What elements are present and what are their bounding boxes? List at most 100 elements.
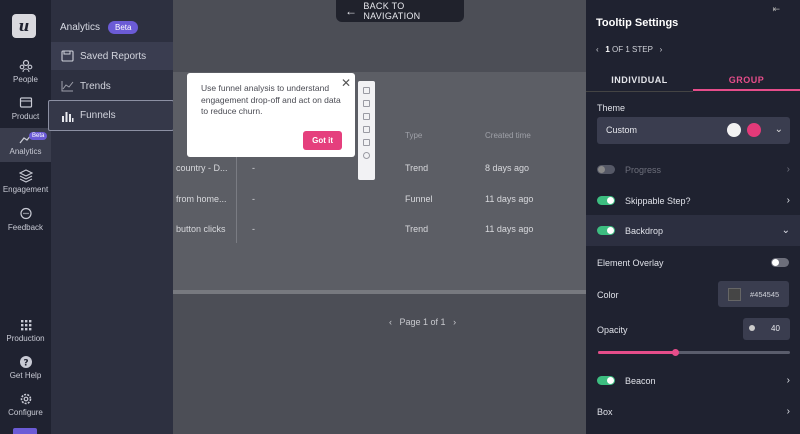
nav-item-get-help[interactable]: ? Get Help <box>0 355 51 385</box>
back-to-navigation-button[interactable]: ← BACK TO NAVIGATION <box>336 0 464 22</box>
element-overlay-row: Element Overlay <box>586 247 800 278</box>
copy-icon[interactable] <box>363 100 370 107</box>
nav-label-people: People <box>13 75 38 84</box>
backdrop-toggle[interactable] <box>597 226 615 235</box>
row-desc: - <box>252 194 255 204</box>
progress-row[interactable]: Progress › <box>586 154 800 185</box>
nav-item-feedback[interactable]: Feedback <box>0 205 51 235</box>
align-icon[interactable] <box>363 113 370 120</box>
bookmark-icon[interactable] <box>363 139 370 146</box>
tooltip-bubble: ✕ Use funnel analysis to understand enga… <box>187 73 355 157</box>
back-to-navigation-label: BACK TO NAVIGATION <box>363 1 421 21</box>
card-divider <box>173 290 586 294</box>
chevron-left-icon[interactable]: ‹ <box>596 45 599 54</box>
nav-label-feedback: Feedback <box>7 223 44 232</box>
chevron-right-icon: › <box>786 195 790 206</box>
nav-label-engagement: Engagement <box>2 185 49 194</box>
help-icon: ? <box>19 356 32 369</box>
chevron-right-icon: › <box>786 164 790 175</box>
nav-item-engagement[interactable]: Engagement <box>0 167 51 197</box>
opacity-value: 40 <box>771 324 780 333</box>
panel-title: Tooltip Settings <box>596 17 679 29</box>
nav-beta-badge: Beta <box>29 132 48 140</box>
nav-item-product[interactable]: Product <box>0 94 51 124</box>
beacon-row[interactable]: Beacon › <box>586 365 800 396</box>
row-desc: - <box>252 163 255 173</box>
nav-label-production: Production <box>6 334 45 343</box>
backdrop-row[interactable]: Backdrop ⌄ <box>586 215 800 246</box>
submenu-item-saved-reports[interactable]: Saved Reports <box>51 42 173 70</box>
app-logo[interactable]: u <box>12 14 36 38</box>
engagement-icon <box>18 169 33 183</box>
tab-individual[interactable]: INDIVIDUAL <box>586 69 693 91</box>
step-total: OF 1 STEP <box>612 45 653 54</box>
color-label: Color <box>597 290 619 300</box>
row-name: country - D... <box>176 163 228 173</box>
product-icon <box>19 97 32 108</box>
opacity-label: Opacity <box>597 325 628 335</box>
nav-item-configure[interactable]: Configure <box>0 392 51 422</box>
table-header-created: Created time <box>485 131 531 140</box>
arrow-left-icon: ← <box>345 4 358 18</box>
tooltip-settings-panel: Tooltip Settings ⇤ ‹ 1 OF 1 STEP › INDIV… <box>586 0 800 434</box>
tooltip-toolbar <box>358 81 375 180</box>
submenu-item-trends[interactable]: Trends <box>51 72 173 100</box>
table-header-type: Type <box>405 131 423 140</box>
analytics-submenu: Analytics Beta Saved Reports Trends Funn… <box>48 0 174 434</box>
step-selector: ‹ 1 OF 1 STEP › <box>596 45 662 54</box>
chevron-right-icon[interactable]: › <box>660 45 663 54</box>
opacity-slider[interactable] <box>598 349 790 356</box>
row-created: 11 days ago <box>485 224 534 234</box>
gear-icon <box>20 393 31 405</box>
progress-toggle[interactable] <box>597 165 615 174</box>
row-name: from home... <box>176 194 227 204</box>
duplicate-icon[interactable] <box>363 126 370 133</box>
grid-icon <box>20 320 31 331</box>
theme-swatch-white <box>727 123 741 137</box>
table-column-divider <box>236 155 237 243</box>
box-label: Box <box>597 406 613 417</box>
chevron-right-icon: › <box>786 406 790 417</box>
color-picker[interactable]: #454545 <box>718 281 789 307</box>
row-type: Trend <box>405 163 429 173</box>
step-current: 1 <box>605 45 610 54</box>
row-created: 11 days ago <box>485 194 534 204</box>
skippable-row[interactable]: Skippable Step? › <box>586 185 800 216</box>
opacity-slider-handle[interactable] <box>671 349 679 356</box>
close-icon[interactable]: ✕ <box>341 76 351 90</box>
chevron-down-icon: ⌄ <box>781 225 790 236</box>
box-row[interactable]: Box › <box>586 396 800 427</box>
opacity-input[interactable]: 40 <box>743 318 790 340</box>
nav-item-people[interactable]: People <box>0 57 51 87</box>
beacon-toggle[interactable] <box>597 376 615 385</box>
chevron-down-icon: ⌄ <box>774 124 783 135</box>
opacity-drop-icon <box>749 325 755 331</box>
people-icon <box>19 59 32 73</box>
trash-icon[interactable] <box>363 87 370 94</box>
skippable-toggle[interactable] <box>597 196 615 205</box>
backdrop-label: Backdrop <box>625 225 664 236</box>
chevron-right-icon: › <box>786 375 790 386</box>
theme-swatch-pink <box>747 123 761 137</box>
nav-label-product: Product <box>11 112 40 121</box>
theme-select[interactable]: Custom ⌄ <box>597 117 790 144</box>
pagination: ‹ Page 1 of 1 › <box>389 317 456 327</box>
tab-group[interactable]: GROUP <box>693 69 800 91</box>
nav-label-get-help: Get Help <box>9 371 42 380</box>
element-overlay-toggle[interactable] <box>771 258 789 267</box>
tabs-divider <box>586 91 693 92</box>
submenu-item-funnels[interactable]: Funnels <box>48 100 174 131</box>
feedback-icon <box>19 207 32 220</box>
row-desc: - <box>252 224 255 234</box>
chevron-left-icon[interactable]: ‹ <box>389 317 392 327</box>
chevron-right-icon[interactable]: › <box>453 317 456 327</box>
trends-icon <box>61 81 74 92</box>
nav-item-production[interactable]: Production <box>0 318 51 348</box>
collapse-panel-icon[interactable]: ⇤ <box>772 4 780 15</box>
row-type: Funnel <box>405 194 433 204</box>
target-icon[interactable] <box>363 152 370 159</box>
theme-value: Custom <box>606 125 638 135</box>
page-indicator: Page 1 of 1 <box>399 317 446 327</box>
workspace-avatar[interactable] <box>13 428 37 434</box>
got-it-button[interactable]: Got it <box>303 131 342 150</box>
